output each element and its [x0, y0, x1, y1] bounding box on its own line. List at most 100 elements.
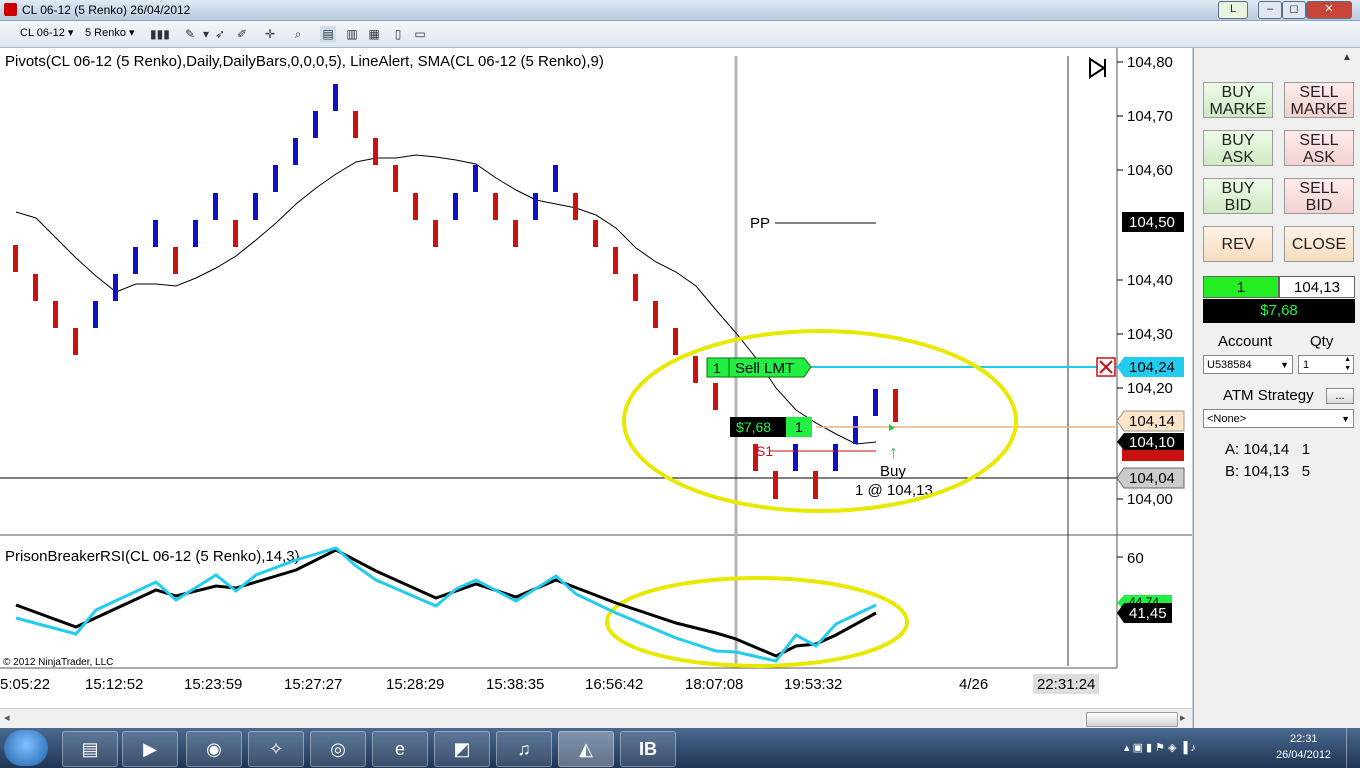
bar-style-icon[interactable]: ▮▮▮	[150, 26, 170, 42]
sell-market-button[interactable]: SELL MARKE	[1284, 82, 1354, 118]
show-desktop-button[interactable]	[1346, 728, 1360, 768]
time-tick: 5:05:22	[0, 676, 50, 693]
renko-bar	[813, 471, 818, 499]
sell-bid-label: SELL BID	[1299, 180, 1339, 214]
clock-date[interactable]: 26/04/2012	[1276, 749, 1331, 761]
safari-icon[interactable]: ✧	[248, 731, 304, 767]
account-select[interactable]: U538584 ▼	[1203, 355, 1293, 374]
sell-order-qty: 1	[713, 360, 721, 376]
line-alert-price-tag: 104,04	[1129, 470, 1175, 487]
firefox-icon[interactable]: ◉	[186, 731, 242, 767]
chart-canvas[interactable]: Pivots(CL 06-12 (5 Renko),Daily,DailyBar…	[0, 48, 1192, 708]
renko-bar	[273, 165, 278, 192]
buy-ask-button[interactable]: BUY ASK	[1203, 130, 1273, 166]
properties-icon[interactable]: ▭	[412, 26, 428, 42]
pivot-s1-label: S1	[756, 443, 773, 459]
time-tick: 15:38:35	[486, 676, 544, 693]
sell-ask-button[interactable]: SELL ASK	[1284, 130, 1354, 166]
crosshair-icon[interactable]: ✛	[262, 26, 278, 42]
position-marker[interactable]: $7,68 1	[730, 417, 812, 437]
app-icon[interactable]: ◩	[434, 731, 490, 767]
qty-stepper[interactable]: 1 ▲ ▼	[1298, 355, 1354, 374]
sell-bid-button[interactable]: SELL BID	[1284, 178, 1354, 214]
rsi-slow-line	[15, 548, 877, 658]
app-icon	[4, 3, 17, 16]
minimize-button[interactable]: –	[1258, 1, 1282, 19]
position-qty: 1	[795, 419, 803, 435]
clock-time[interactable]: 22:31	[1290, 733, 1318, 745]
chrome-icon[interactable]: ◎	[310, 731, 366, 767]
time-tick: 15:23:59	[184, 676, 242, 693]
renko-bar	[153, 220, 158, 247]
cancel-order-icon[interactable]	[1096, 357, 1116, 377]
renko-bar	[93, 301, 98, 328]
atm-strategy-select[interactable]: <None> ▼	[1203, 409, 1354, 428]
scroll-left-icon[interactable]: ◂	[4, 711, 10, 724]
itunes-icon[interactable]: ♫	[496, 731, 552, 767]
chart-area[interactable]: Pivots(CL 06-12 (5 Renko),Daily,DailyBar…	[0, 48, 1192, 708]
reverse-button[interactable]: REV	[1203, 226, 1273, 262]
link-button[interactable]: L	[1218, 1, 1248, 19]
sell-ask-label: SELL ASK	[1299, 132, 1339, 166]
bar-type-selector[interactable]: 5 Renko ▾	[85, 26, 135, 39]
internet-explorer-icon[interactable]: e	[372, 731, 428, 767]
file-explorer-icon[interactable]: ▤	[62, 731, 118, 767]
buy-bid-label: BUY BID	[1221, 180, 1255, 214]
qty-value: 1	[1303, 359, 1310, 371]
buy-market-button[interactable]: BUY MARKE	[1203, 82, 1273, 118]
time-tick: 18:07:08	[685, 676, 743, 693]
renko-bar	[553, 165, 558, 192]
atm-strategy-value: <None>	[1207, 413, 1247, 425]
ask-quote: A: 104,14 1	[1225, 441, 1311, 458]
tray-icons[interactable]: ▴ ▣ ▮ ⚑ ◈ ▐ ♪	[1124, 741, 1196, 754]
buy-arrow-icon: ↑	[889, 442, 898, 462]
bid-quote: B: 104,13 5	[1225, 463, 1311, 480]
price-tick: 104,60	[1127, 162, 1173, 179]
bar-type-label: 5 Renko	[85, 27, 126, 39]
sell-order-price-tag: 104,24	[1129, 359, 1175, 376]
renko-bar	[833, 444, 838, 471]
chevron-down-icon: ▼	[1280, 360, 1289, 370]
panel-collapse-icon[interactable]: ▲	[1342, 52, 1352, 63]
close-position-button[interactable]: CLOSE	[1284, 226, 1354, 262]
pen-icon[interactable]: ✐	[234, 26, 250, 42]
renko-bar	[513, 220, 518, 247]
rsi-value-tag-current: 41,45	[1129, 605, 1167, 622]
buy-bid-button[interactable]: BUY BID	[1203, 178, 1273, 214]
ib-icon[interactable]: IB	[620, 731, 676, 767]
account-label: Account	[1218, 333, 1273, 350]
renko-bar	[893, 389, 898, 422]
sell-limit-order[interactable]: 1 Sell LMT	[706, 357, 812, 378]
scroll-end-icon[interactable]	[1086, 57, 1108, 79]
maximize-button[interactable]: ◻	[1282, 1, 1306, 19]
qty-label: Qty	[1310, 333, 1334, 350]
chart-scrollbar[interactable]: ◂ ▸	[0, 708, 1192, 729]
renko-bar	[53, 301, 58, 328]
strategies-icon[interactable]: ▦	[366, 26, 382, 42]
draw-tool-icon[interactable]: ✎	[182, 26, 198, 42]
atm-strategy-button[interactable]: ...	[1326, 388, 1354, 404]
time-tick: 15:12:52	[85, 676, 143, 693]
start-button[interactable]	[4, 730, 48, 766]
pointer-icon[interactable]: ➶	[212, 26, 228, 42]
renko-bar	[193, 220, 198, 247]
renko-bar	[633, 274, 638, 301]
sell-order-label: Sell LMT	[735, 360, 794, 377]
buy-ask-label: BUY ASK	[1221, 132, 1255, 166]
indicators-icon[interactable]: ▥	[344, 26, 360, 42]
copy-icon[interactable]: ▯	[390, 26, 406, 42]
renko-bar	[33, 274, 38, 301]
price-axis: 104,80 104,70 104,60 104,50 104,40 104,3…	[1116, 54, 1185, 508]
ninjatrader-icon[interactable]: ◭	[558, 731, 614, 767]
renko-bar	[873, 389, 878, 416]
chart-trader-icon[interactable]: ▤	[320, 26, 336, 42]
media-player-icon[interactable]: ▶	[122, 731, 178, 767]
scroll-thumb[interactable]	[1086, 712, 1178, 727]
scroll-right-icon[interactable]: ▸	[1180, 711, 1186, 724]
instrument-selector[interactable]: CL 06-12 ▾	[20, 26, 73, 39]
stepper-arrows-icon[interactable]: ▲ ▼	[1344, 355, 1351, 373]
close-button[interactable]: ✕	[1306, 1, 1352, 19]
zoom-icon[interactable]: ⌕	[290, 26, 306, 42]
renko-bar	[233, 220, 238, 247]
renko-bar	[533, 193, 538, 220]
